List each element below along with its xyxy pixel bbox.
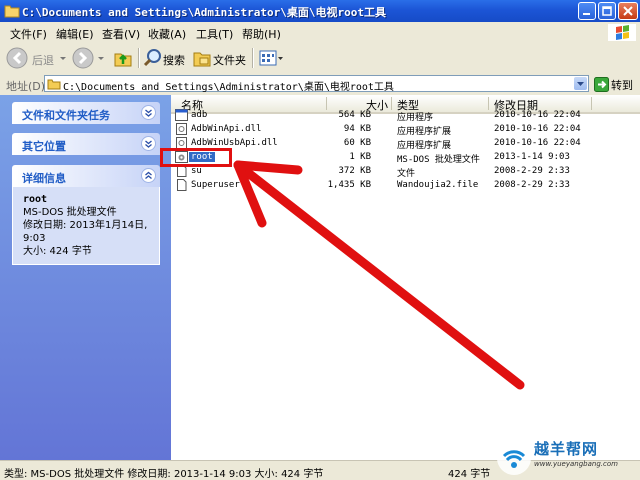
- status-text: 类型: MS-DOS 批处理文件 修改日期: 2013-1-14 9:03 大小…: [4, 469, 324, 480]
- watermark-logo-icon: [497, 441, 531, 475]
- watermark-url: www.yueyangbang.com: [534, 460, 618, 468]
- status-size: 424 字节: [448, 469, 491, 480]
- watermark: 越羊帮网 www.yueyangbang.com: [494, 436, 640, 479]
- watermark-title: 越羊帮网: [534, 440, 599, 458]
- annotation-arrow: [233, 160, 525, 390]
